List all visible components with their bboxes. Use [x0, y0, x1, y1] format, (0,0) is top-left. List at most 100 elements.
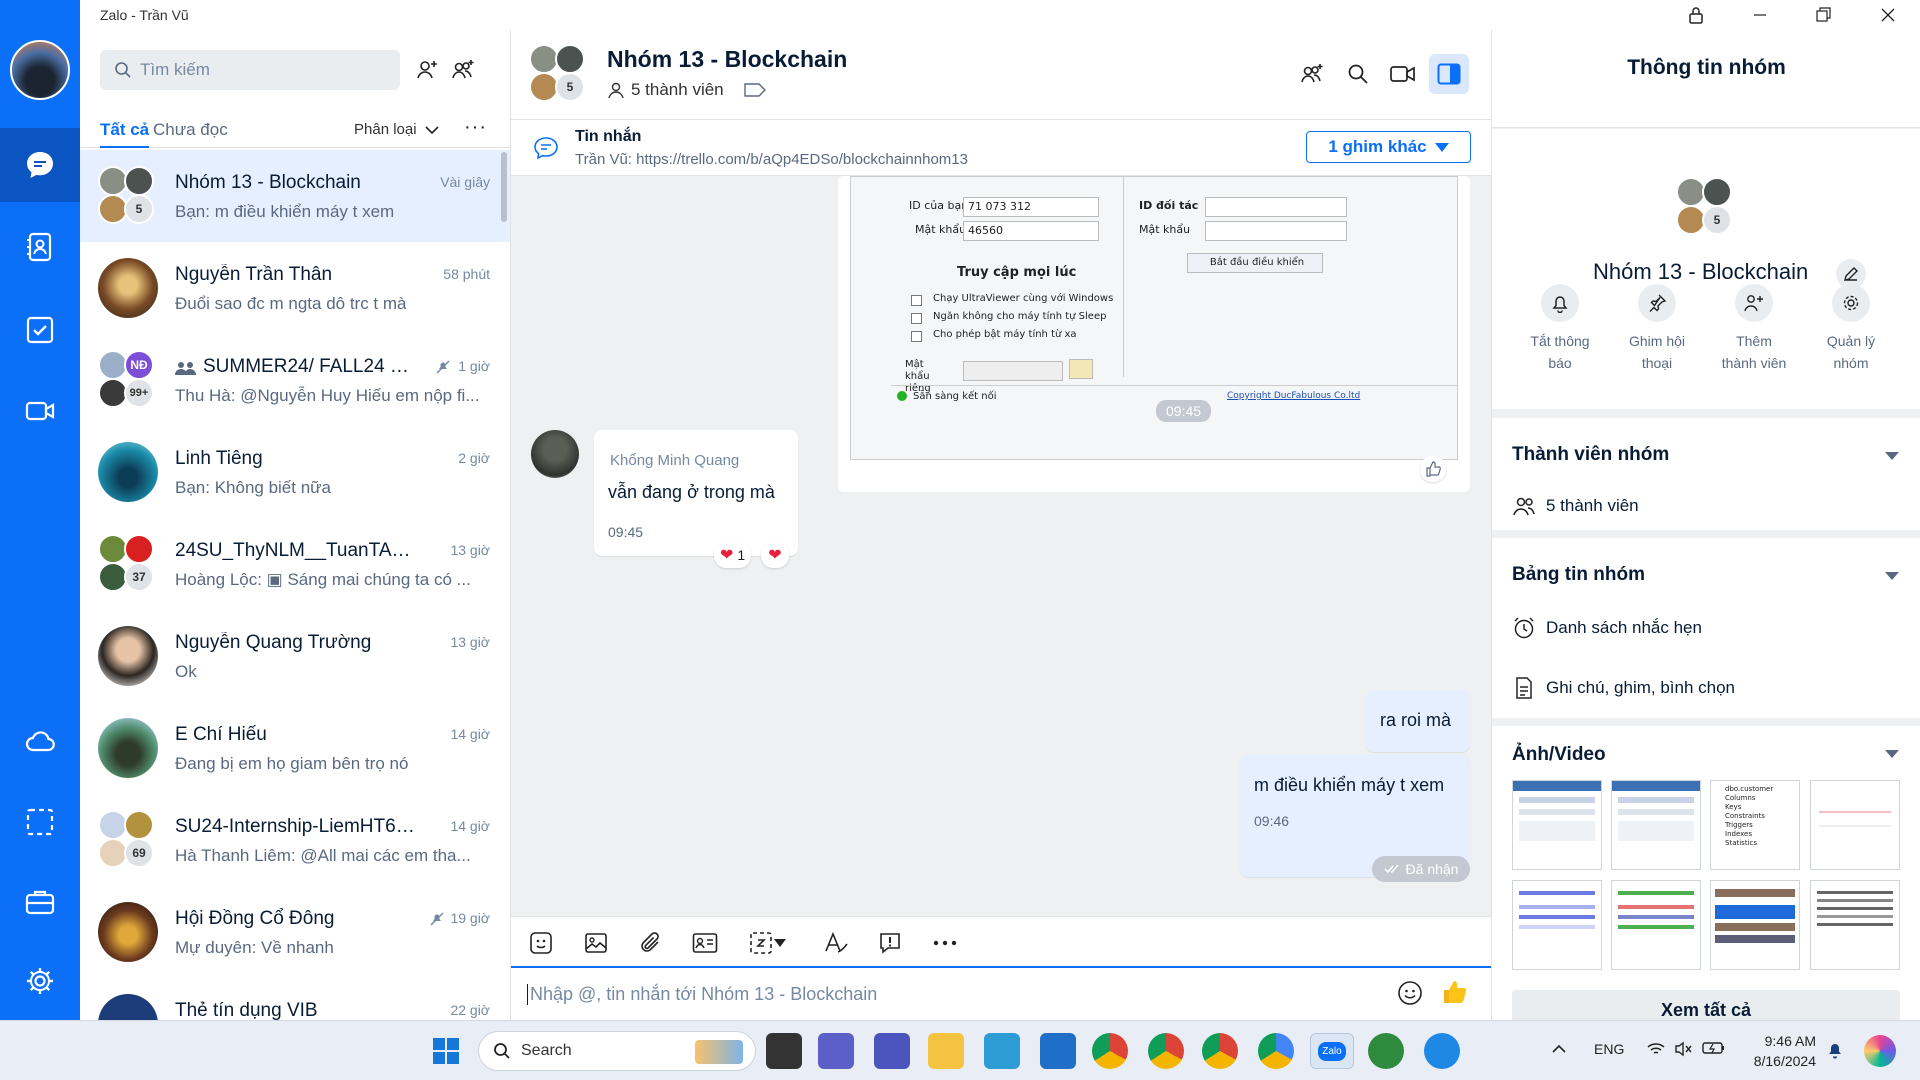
add-member-icon[interactable]: [1292, 54, 1332, 94]
video-call-icon[interactable]: [1383, 54, 1423, 94]
show-hidden-icons[interactable]: [1552, 1041, 1566, 1057]
wifi-icon[interactable]: [1646, 1041, 1666, 1060]
media-thumbnail[interactable]: [1611, 880, 1701, 970]
sticker-icon[interactable]: [527, 929, 555, 957]
more-options-icon[interactable]: ···: [464, 116, 487, 139]
collapse-caret-icon[interactable]: [1885, 572, 1899, 580]
conversation-item[interactable]: Thẻ tín dụng VIB 22 giờ: [80, 978, 510, 1020]
chrome-profile-icon[interactable]: [1202, 1033, 1238, 1069]
settings-nav-icon[interactable]: [0, 944, 80, 1018]
conversation-item[interactable]: Hội Đồng Cổ Đông 19 giờ Mự duyên: Về nha…: [80, 886, 510, 978]
tag-icon[interactable]: [743, 83, 766, 97]
chrome-icon[interactable]: [1092, 1033, 1128, 1069]
sender-avatar[interactable]: [531, 430, 579, 478]
group-avatar[interactable]: 5: [529, 44, 589, 104]
media-section-title[interactable]: Ảnh/Video: [1512, 744, 1606, 766]
conversation-item[interactable]: Linh Tiêng 2 giờ Bạn: Không biết nữa: [80, 426, 510, 518]
members-row[interactable]: 5 thành viên: [1512, 496, 1639, 516]
image-message[interactable]: ID của bạn 71 073 312 Mật khẩu 46560 ID …: [838, 176, 1470, 492]
more-pins-button[interactable]: 1 ghim khác: [1306, 131, 1471, 163]
taskbar-search[interactable]: Search: [478, 1031, 756, 1071]
media-thumbnail[interactable]: [1810, 780, 1900, 870]
filter-dropdown[interactable]: Phân loại: [354, 121, 439, 138]
message-composer[interactable]: Nhập @, tin nhắn tới Nhóm 13 - Blockchai…: [511, 968, 1491, 1020]
reminders-row[interactable]: Danh sách nhắc hẹn: [1512, 616, 1702, 640]
notes-row[interactable]: Ghi chú, ghim, bình chọn: [1512, 676, 1735, 700]
text-format-icon[interactable]: [822, 929, 850, 957]
volume-muted-icon[interactable]: [1674, 1041, 1694, 1060]
contacts-nav-icon[interactable]: [0, 210, 80, 284]
close-button[interactable]: [1856, 0, 1920, 30]
cloud-nav-icon[interactable]: [0, 705, 80, 779]
teams-icon[interactable]: [818, 1033, 854, 1069]
collapse-caret-icon[interactable]: [1885, 452, 1899, 460]
scrollbar[interactable]: [501, 152, 507, 222]
file-explorer-icon[interactable]: [928, 1033, 964, 1069]
remote-app-icon[interactable]: [1424, 1033, 1460, 1069]
collapse-caret-icon[interactable]: [1885, 750, 1899, 758]
minimize-button[interactable]: [1728, 0, 1792, 30]
app-icon[interactable]: [1368, 1033, 1404, 1069]
urgent-message-icon[interactable]: [876, 929, 904, 957]
notification-bell-icon[interactable]: [1826, 1041, 1844, 1062]
screenshot-icon[interactable]: [747, 929, 775, 957]
media-thumbnail[interactable]: [1512, 880, 1602, 970]
toggle-info-panel-icon[interactable]: [1429, 54, 1469, 94]
member-count[interactable]: 5 thành viên: [607, 80, 766, 100]
image-icon[interactable]: [582, 929, 610, 957]
conversation-item[interactable]: 69 SU24-Internship-LiemHT6_... 14 giờ Hà…: [80, 794, 510, 886]
conversation-item[interactable]: 5 Nhóm 13 - Blockchain Vài giây Bạn: m đ…: [80, 150, 510, 242]
attachment-icon[interactable]: [636, 929, 664, 957]
react-heart-button[interactable]: ❤: [761, 542, 789, 568]
messages-nav-icon[interactable]: [0, 128, 80, 202]
snipping-tool-icon[interactable]: [984, 1033, 1020, 1069]
media-thumbnail[interactable]: [1512, 780, 1602, 870]
conversation-item[interactable]: Nguyễn Quang Trường 13 giờ Ok: [80, 610, 510, 702]
lock-icon[interactable]: [1664, 0, 1728, 30]
members-section-title[interactable]: Thành viên nhóm: [1512, 444, 1669, 466]
media-thumbnail[interactable]: [1710, 880, 1800, 970]
emoji-icon[interactable]: [1397, 980, 1425, 1008]
tab-unread[interactable]: Chưa đọc: [153, 120, 228, 140]
composer-input[interactable]: Nhập @, tin nhắn tới Nhóm 13 - Blockchai…: [527, 984, 877, 1005]
create-group-icon[interactable]: [449, 56, 477, 84]
like-reaction-button[interactable]: [1420, 456, 1446, 482]
more-tools-icon[interactable]: [931, 929, 959, 957]
board-section-title[interactable]: Bảng tin nhóm: [1512, 564, 1645, 586]
media-thumbnail[interactable]: [1611, 780, 1701, 870]
video-call-nav-icon[interactable]: [0, 374, 80, 448]
conversation-item[interactable]: E Chí Hiếu 14 giờ Đang bị em họ giam bên…: [80, 702, 510, 794]
restore-button[interactable]: [1792, 0, 1856, 30]
screenshot-nav-icon[interactable]: [0, 785, 80, 859]
conversation-item[interactable]: NĐ 99+ SUMMER24/ FALL24 - ... 1 giờ Thu …: [80, 334, 510, 426]
message-bubble[interactable]: Khổng Minh Quang vẫn đang ở trong mà 09:…: [594, 430, 798, 556]
zalo-taskbar-icon[interactable]: Zalo: [1310, 1033, 1354, 1069]
media-thumbnail[interactable]: [1810, 880, 1900, 970]
add-member-action[interactable]: Thêm thành viên: [1714, 284, 1794, 374]
todo-nav-icon[interactable]: [0, 293, 80, 367]
copilot-icon[interactable]: [1864, 1035, 1896, 1067]
task-view-icon[interactable]: [766, 1033, 802, 1069]
pin-conversation-action[interactable]: Ghim hội thoại: [1617, 284, 1697, 374]
search-box[interactable]: Tìm kiếm: [100, 50, 400, 90]
language-indicator[interactable]: ENG: [1594, 1041, 1624, 1057]
manage-group-action[interactable]: Quản lý nhóm: [1811, 284, 1891, 374]
add-friend-icon[interactable]: [413, 56, 441, 84]
search-icon[interactable]: [1338, 54, 1378, 94]
message-bubble[interactable]: ra roi mà: [1366, 690, 1470, 752]
store-icon[interactable]: [1040, 1033, 1076, 1069]
media-thumbnail[interactable]: dbo.customer Columns Keys Constraints Tr…: [1710, 780, 1800, 870]
mute-notifications-action[interactable]: Tắt thông báo: [1520, 284, 1600, 374]
briefcase-nav-icon[interactable]: [0, 865, 80, 939]
quick-like-icon[interactable]: [1441, 978, 1471, 1008]
teams-work-icon[interactable]: [874, 1033, 910, 1069]
conversation-item[interactable]: Nguyễn Trần Thân 58 phút Đuổi sao đc m n…: [80, 242, 510, 334]
reaction-summary[interactable]: ❤ 1: [714, 542, 752, 568]
system-clock[interactable]: 9:46 AM 8/16/2024: [1744, 1031, 1816, 1071]
my-avatar[interactable]: [10, 40, 70, 100]
tab-all[interactable]: Tất cả: [100, 120, 150, 148]
chrome-canary-icon[interactable]: [1258, 1033, 1294, 1069]
chrome-profile-icon[interactable]: [1148, 1033, 1184, 1069]
pinned-message-bar[interactable]: Tin nhắn Trần Vũ: https://trello.com/b/a…: [511, 120, 1491, 176]
group-avatar[interactable]: 5: [1676, 177, 1736, 237]
